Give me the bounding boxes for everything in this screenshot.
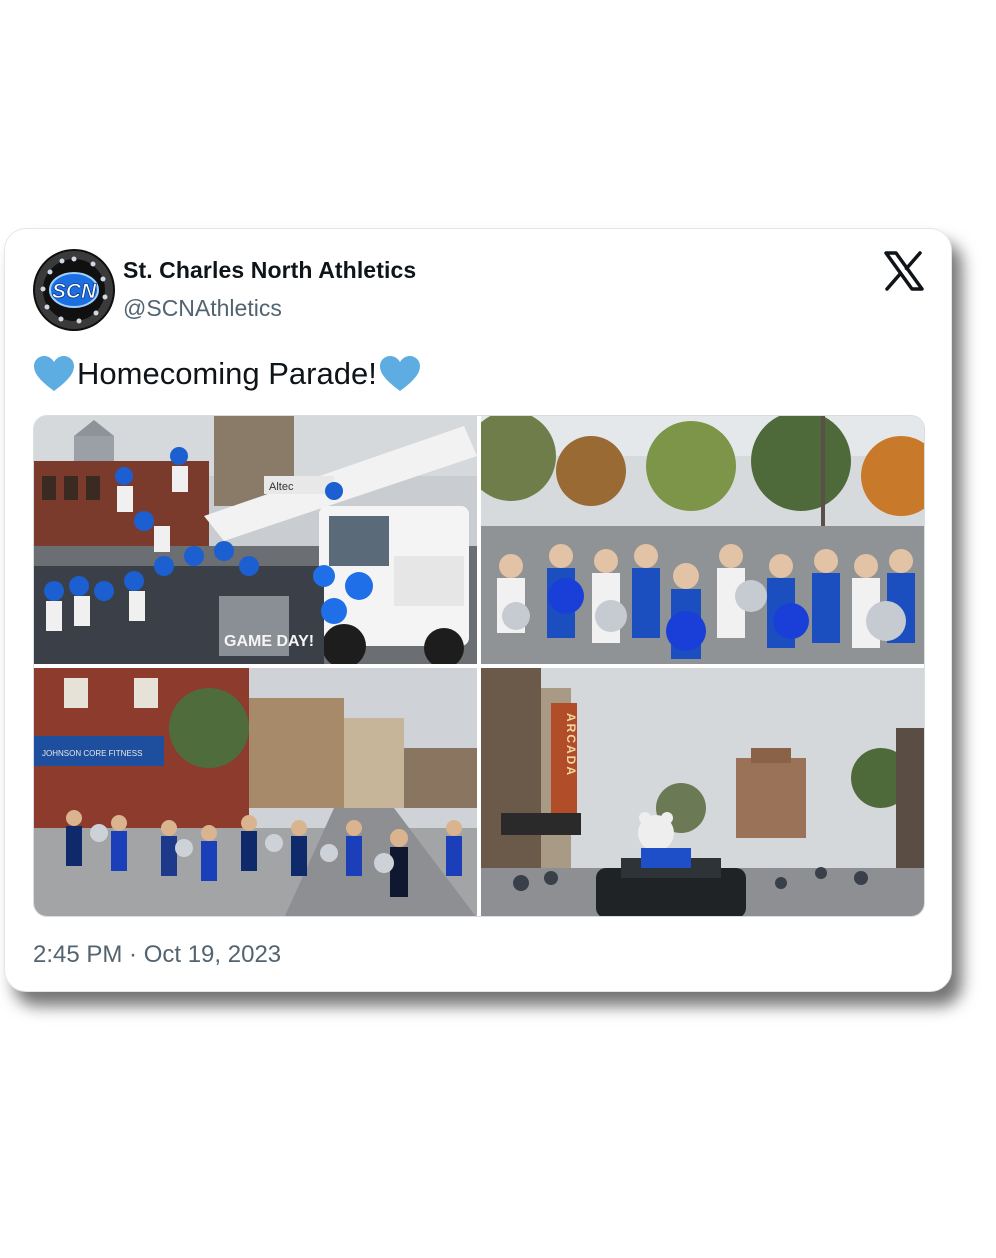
svg-text:GAME DAY!: GAME DAY! — [224, 633, 314, 650]
parade-float-photo[interactable]: GAME DAY! Altec — [34, 416, 477, 664]
media-grid: GAME DAY! Altec JOHNSON CORE FITNESS ARC… — [33, 415, 925, 917]
marching-cheerleaders-photo[interactable]: JOHNSON CORE FITNESS — [34, 668, 477, 916]
x-logo-icon[interactable] — [883, 251, 925, 291]
tweet-text: Homecoming Parade! — [33, 355, 421, 393]
svg-text:Altec: Altec — [269, 481, 294, 493]
account-avatar[interactable]: SCN — [33, 249, 115, 331]
display-name[interactable]: St. Charles North Athletics — [123, 257, 416, 284]
cheerleaders-group-photo[interactable] — [481, 416, 924, 664]
blue-heart-icon — [379, 355, 421, 393]
tweet-text-body: Homecoming Parade! — [77, 356, 377, 391]
svg-text:SCN: SCN — [52, 280, 97, 303]
tweet-card[interactable]: SCN St. Charles North Athletics @SCNAthl… — [4, 228, 952, 992]
tweet-timestamp[interactable]: 2:45 PM · Oct 19, 2023 — [33, 941, 281, 969]
scn-logo-icon: SCN — [34, 250, 114, 330]
blue-heart-icon — [33, 355, 75, 393]
svg-text:JOHNSON CORE FITNESS: JOHNSON CORE FITNESS — [42, 749, 142, 758]
account-handle[interactable]: @SCNAthletics — [123, 295, 282, 322]
svg-text:ARCADA: ARCADA — [564, 713, 578, 777]
mascot-car-photo[interactable]: ARCADA — [481, 668, 924, 916]
